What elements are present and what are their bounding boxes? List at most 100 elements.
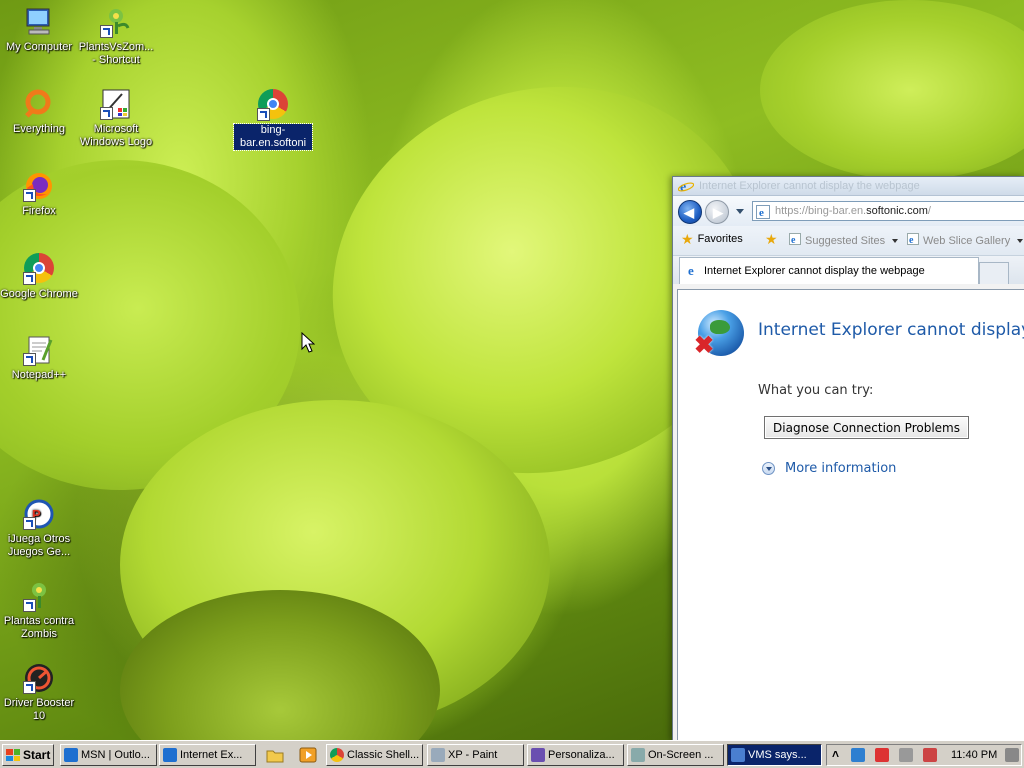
keyboard-icon xyxy=(631,748,645,762)
network-tray-icon[interactable] xyxy=(851,748,865,762)
desktop-icon-label: PlantsVsZom... - Shortcut xyxy=(78,41,154,66)
desktop-icon-google-chrome[interactable]: Google Chrome xyxy=(0,252,78,301)
action-center-tray-icon[interactable] xyxy=(1005,748,1019,762)
error-heading: Internet Explorer cannot display th xyxy=(758,320,1024,340)
back-button[interactable]: ◀ xyxy=(678,200,702,224)
task-xp-paint[interactable]: XP - Paint xyxy=(427,744,524,766)
favorites-label: Favorites xyxy=(697,233,743,245)
task-internet-explorer[interactable]: Internet Ex... xyxy=(159,744,256,766)
shortcut-arrow-icon xyxy=(23,272,36,285)
task-on-screen-keyboard[interactable]: On-Screen ... xyxy=(627,744,724,766)
add-to-favorites-bar-button[interactable]: ★ xyxy=(765,231,778,247)
task-label: VMS says... xyxy=(748,749,807,761)
more-information-link[interactable]: More information xyxy=(762,461,896,476)
diagnose-connection-button[interactable]: Diagnose Connection Problems xyxy=(764,416,969,439)
window-title: Internet Explorer cannot display the web… xyxy=(699,180,920,192)
ie-icon xyxy=(64,748,78,762)
favorites-button[interactable]: ★ Favorites xyxy=(681,232,743,246)
desktop-icon-label: Google Chrome xyxy=(0,288,78,300)
chrome-icon xyxy=(257,89,289,121)
wallpaper-leaf xyxy=(760,0,1024,180)
tab-label: Internet Explorer cannot display the web… xyxy=(704,265,925,277)
desktop-icon-plants-shortcut[interactable]: PlantsVsZom... - Shortcut xyxy=(77,6,155,67)
web-slice-gallery-button[interactable]: e Web Slice Gallery xyxy=(907,233,1024,248)
new-tab-button[interactable] xyxy=(979,262,1009,284)
desktop-icon-notepadpp[interactable]: Notepad++ xyxy=(0,334,78,382)
computer-icon xyxy=(23,6,55,38)
recent-pages-dropdown[interactable] xyxy=(736,209,744,214)
chevron-down-icon xyxy=(892,238,899,243)
shortcut-arrow-icon xyxy=(23,189,36,202)
ie-page-icon: e xyxy=(789,233,801,248)
shortcut-arrow-icon xyxy=(23,517,36,530)
taskbar: Start MSN | Outlo... Internet Ex... Clas… xyxy=(0,740,1024,768)
desktop-icon-everything[interactable]: Everything xyxy=(0,88,78,136)
address-url: https://bing-bar.en.softonic.com/ xyxy=(775,205,931,217)
shortcut-arrow-icon xyxy=(23,681,36,694)
arrow-right-icon: ▶ xyxy=(713,205,723,220)
arrow-left-icon: ◀ xyxy=(684,205,694,220)
plants-vs-zombies-icon xyxy=(23,580,55,612)
desktop-icon-label: Firefox xyxy=(22,205,56,217)
forward-button[interactable]: ▶ xyxy=(705,200,729,224)
desktop-icon-bing-bar[interactable]: bing-bar.en.softoni xyxy=(233,88,313,151)
internet-explorer-icon: e xyxy=(677,179,695,196)
desktop-icon-label: Microsoft Windows Logo xyxy=(79,123,153,148)
ie-icon xyxy=(163,748,177,762)
start-label: Start xyxy=(23,748,51,762)
star-add-icon: ★ xyxy=(765,231,778,247)
internet-explorer-window[interactable]: e Internet Explorer cannot display the w… xyxy=(672,176,1024,742)
desktop-icon-label: iJuega Otros Juegos Ge... xyxy=(7,533,71,558)
address-bar[interactable]: e https://bing-bar.en.softonic.com/ xyxy=(752,201,1024,221)
task-msn-outlook[interactable]: MSN | Outlo... xyxy=(60,744,157,766)
desktop-icon-ms-windows-logo[interactable]: Microsoft Windows Logo xyxy=(77,88,155,149)
security-tray-icon[interactable] xyxy=(875,748,889,762)
svg-text:e: e xyxy=(688,263,694,277)
driver-booster-icon xyxy=(23,662,55,694)
desktop-icon-plantas[interactable]: Plantas contra Zombis xyxy=(0,580,78,641)
show-hidden-icons-chevron-icon[interactable]: ˄ xyxy=(832,747,839,761)
svg-text:e: e xyxy=(759,207,764,219)
personalization-icon xyxy=(531,748,545,762)
clock[interactable]: 11:40 PM xyxy=(951,749,997,761)
task-personalization[interactable]: Personaliza... xyxy=(527,744,624,766)
desktop-icon-ijuega[interactable]: P iJuega Otros Juegos Ge... xyxy=(0,498,78,559)
quick-launch-media-player-icon[interactable] xyxy=(299,746,317,764)
chrome-icon xyxy=(23,253,55,285)
window-title-bar[interactable]: e Internet Explorer cannot display the w… xyxy=(673,177,1024,196)
desktop-icon-label: Driver Booster 10 xyxy=(3,697,75,722)
desktop-icon-firefox[interactable]: Firefox xyxy=(0,170,78,218)
desktop-icon-label: Notepad++ xyxy=(11,369,67,381)
task-vms-says[interactable]: VMS says... xyxy=(727,744,822,766)
firefox-icon xyxy=(23,170,55,202)
tab-error-page[interactable]: e Internet Explorer cannot display the w… xyxy=(679,257,979,284)
shortcut-arrow-icon xyxy=(100,107,113,120)
volume-muted-tray-icon[interactable] xyxy=(923,748,937,762)
task-classic-shell[interactable]: Classic Shell... xyxy=(326,744,423,766)
paint-icon xyxy=(431,748,445,762)
svg-text:e: e xyxy=(791,235,796,245)
desktop-icon-label: My Computer xyxy=(5,41,73,53)
svg-text:e: e xyxy=(909,235,914,245)
desktop-icon-label: bing-bar.en.softoni xyxy=(233,123,313,151)
suggested-sites-label: Suggested Sites xyxy=(805,234,886,247)
desktop-icon-my-computer[interactable]: My Computer xyxy=(0,6,78,54)
web-slice-gallery-label: Web Slice Gallery xyxy=(923,234,1011,247)
task-label: Internet Ex... xyxy=(180,749,243,761)
desktop-icon-driver-booster[interactable]: Driver Booster 10 xyxy=(0,662,78,723)
page-icon: e xyxy=(756,205,770,222)
globe-error-icon: ✖ xyxy=(694,310,744,358)
device-tray-icon[interactable] xyxy=(899,748,913,762)
everything-search-icon xyxy=(23,88,55,120)
suggested-sites-button[interactable]: e Suggested Sites xyxy=(789,233,899,248)
ijuega-icon: P xyxy=(23,498,55,530)
chrome-icon xyxy=(330,748,344,762)
start-button[interactable]: Start xyxy=(2,744,54,766)
task-label: Classic Shell... xyxy=(347,749,420,761)
windows-flag-icon xyxy=(6,749,20,761)
quick-launch-folder-icon[interactable] xyxy=(266,746,284,764)
what-you-can-try-label: What you can try: xyxy=(758,383,874,398)
tab-bar: e Internet Explorer cannot display the w… xyxy=(673,256,1024,284)
shortcut-arrow-icon xyxy=(23,353,36,366)
chevron-down-icon xyxy=(1017,238,1024,243)
